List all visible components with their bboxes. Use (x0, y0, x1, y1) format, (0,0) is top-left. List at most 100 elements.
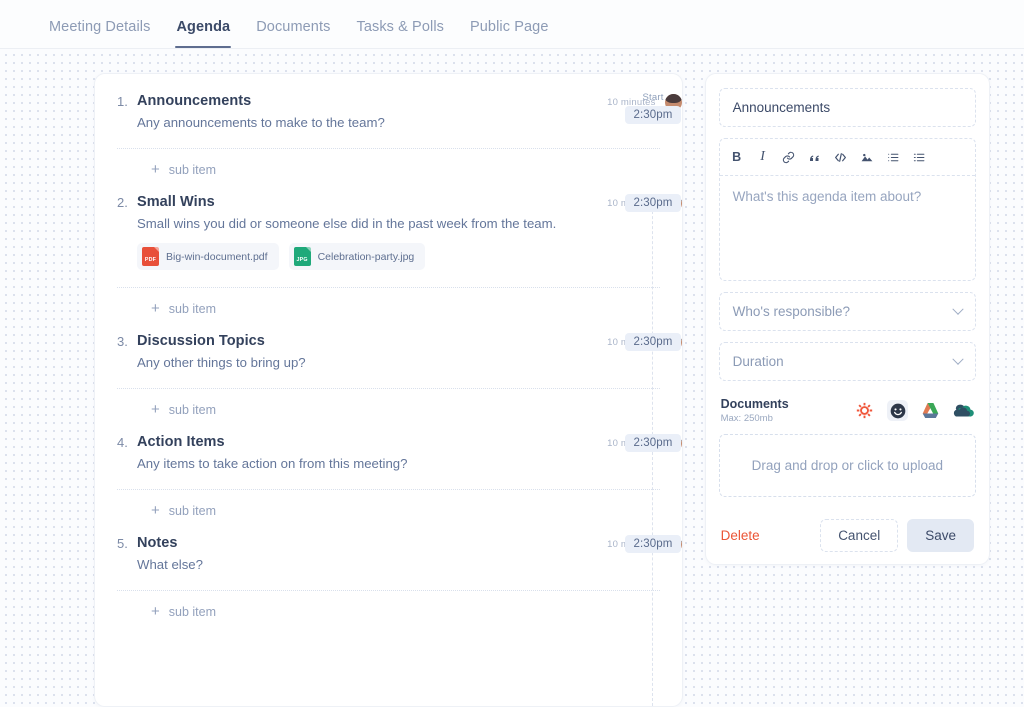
file-dropzone[interactable]: Drag and drop or click to upload (718, 434, 976, 497)
agenda-item-body: Discussion Topics Any other things to br… (137, 332, 607, 371)
agenda-item-time[interactable]: 2:30pm (624, 194, 682, 212)
page-background: 1. Announcements Any announcements to ma… (0, 49, 1024, 707)
attachment-chip[interactable]: PDF Big-win-document.pdf (137, 243, 279, 270)
editor-primary-actions: Cancel Save (820, 519, 974, 552)
responsible-select-label: Who's responsible? (732, 304, 850, 319)
add-sub-item-label: sub item (168, 162, 217, 177)
agenda-item[interactable]: 5. Notes What else? 10 minutes 2:30pm (95, 534, 682, 635)
agenda-item-time-wrap: 2:30pm (613, 193, 682, 212)
code-icon[interactable] (828, 146, 854, 168)
agenda-item-number: 5. (117, 536, 128, 551)
agenda-item[interactable]: 1. Announcements Any announcements to ma… (95, 92, 682, 193)
tab-agenda[interactable]: Agenda (163, 19, 243, 48)
duration-select[interactable]: Duration (718, 342, 976, 381)
documents-header: Documents Max: 250mb (719, 397, 976, 424)
agenda-item-main[interactable]: 5. Notes What else? 10 minutes 2:30pm (95, 534, 682, 573)
plus-icon: + (151, 300, 160, 317)
agenda-item-title: Discussion Topics (137, 333, 265, 349)
agenda-item-time-wrap: Start 2:30pm (613, 92, 682, 124)
add-sub-item-button[interactable]: + sub item (95, 149, 682, 193)
plus-icon: + (151, 603, 160, 620)
agenda-item-time[interactable]: 2:30pm (624, 535, 682, 553)
agenda-item[interactable]: 3. Discussion Topics Any other things to… (95, 332, 682, 433)
editor-actions: Delete Cancel Save (719, 519, 976, 552)
agenda-item-description: Any other things to bring up? (137, 355, 306, 370)
italic-icon[interactable]: I (750, 146, 776, 168)
attachment-name: Celebration-party.jpg (317, 250, 415, 263)
ordered-list-icon[interactable] (880, 146, 906, 168)
agenda-item-time[interactable]: 2:30pm (624, 333, 682, 351)
tab-list: Meeting Details Agenda Documents Tasks &… (36, 19, 562, 48)
page-content: 1. Announcements Any announcements to ma… (0, 49, 1024, 707)
agenda-title-input[interactable]: Announcements (718, 88, 976, 127)
bold-icon[interactable]: B (724, 146, 750, 168)
agenda-item-main[interactable]: 2. Small Wins Small wins you did or some… (95, 193, 682, 270)
plus-icon: + (151, 401, 160, 418)
agenda-item-body: Notes What else? (137, 534, 607, 573)
chevron-down-icon (952, 303, 964, 315)
agenda-item-body: Small Wins Small wins you did or someone… (137, 193, 607, 270)
onedrive-icon[interactable] (953, 400, 974, 421)
agenda-item-time-wrap: 2:30pm (613, 433, 682, 452)
add-sub-item-button[interactable]: + sub item (95, 389, 682, 433)
quote-icon[interactable] (802, 146, 828, 168)
chevron-down-icon (952, 353, 964, 365)
agenda-item-time-wrap: 2:30pm (613, 332, 682, 351)
delete-button[interactable]: Delete (721, 528, 760, 543)
attachment-chip[interactable]: JPG Celebration-party.jpg (288, 243, 426, 270)
agenda-item-main[interactable]: 1. Announcements Any announcements to ma… (95, 92, 682, 131)
agenda-description-input[interactable]: What's this agenda item about? (720, 176, 975, 280)
duration-select-label: Duration (732, 354, 784, 369)
tab-tasks-polls[interactable]: Tasks & Polls (343, 19, 457, 48)
cancel-button[interactable]: Cancel (820, 519, 899, 552)
tab-public-page[interactable]: Public Page (457, 19, 562, 48)
agenda-item-description: Small wins you did or someone else did i… (137, 216, 557, 231)
add-sub-item-button[interactable]: + sub item (95, 490, 682, 534)
plus-icon: + (151, 502, 160, 519)
google-drive-icon[interactable] (920, 400, 941, 421)
tab-documents[interactable]: Documents (243, 19, 343, 48)
asana-icon[interactable] (854, 400, 875, 421)
agenda-item-time[interactable]: 2:30pm (624, 434, 682, 452)
agenda-item[interactable]: 2. Small Wins Small wins you did or some… (95, 193, 682, 332)
agenda-item-title: Action Items (137, 434, 225, 450)
pdf-file-icon: PDF (142, 247, 159, 266)
rich-text-editor: B I What's this agenda item about? (718, 138, 976, 281)
link-icon[interactable] (776, 146, 802, 168)
documents-labels: Documents Max: 250mb (721, 397, 789, 424)
agenda-item-main[interactable]: 4. Action Items Any items to take action… (95, 433, 682, 472)
add-sub-item-label: sub item (168, 402, 217, 417)
documents-label: Documents (720, 397, 789, 411)
dropbox-icon[interactable] (887, 400, 908, 421)
agenda-item-title: Notes (137, 535, 178, 551)
jpg-file-icon: JPG (293, 247, 311, 266)
agenda-items: 1. Announcements Any announcements to ma… (95, 74, 682, 635)
agenda-item-title: Announcements (137, 93, 252, 109)
agenda-item-body: Action Items Any items to take action on… (137, 433, 607, 472)
agenda-item-description: What else? (137, 557, 203, 572)
responsible-select[interactable]: Who's responsible? (718, 292, 976, 331)
agenda-item[interactable]: 4. Action Items Any items to take action… (95, 433, 682, 534)
agenda-item-number: 3. (117, 334, 128, 349)
add-sub-item-label: sub item (168, 301, 217, 316)
agenda-item-number: 4. (117, 435, 128, 450)
plus-icon: + (151, 161, 160, 178)
attachment-list: PDF Big-win-document.pdf JPG Celebration… (137, 243, 597, 270)
cloud-source-list (854, 400, 974, 421)
agenda-item-number: 1. (117, 94, 128, 109)
agenda-item-description: Any announcements to make to the team? (137, 115, 385, 130)
tab-meeting-details[interactable]: Meeting Details (36, 19, 163, 48)
agenda-item-time[interactable]: 2:30pm (624, 106, 682, 124)
add-sub-item-label: sub item (168, 503, 217, 518)
save-button[interactable]: Save (907, 519, 974, 552)
add-sub-item-label: sub item (168, 604, 217, 619)
bullet-list-icon[interactable] (906, 146, 932, 168)
start-label: Start (642, 92, 664, 103)
agenda-item-description: Any items to take action on from this me… (137, 456, 408, 471)
agenda-item-main[interactable]: 3. Discussion Topics Any other things to… (95, 332, 682, 371)
add-sub-item-button[interactable]: + sub item (95, 591, 682, 635)
agenda-item-time-wrap: 2:30pm (613, 534, 682, 553)
image-icon[interactable] (854, 146, 880, 168)
agenda-item-editor-panel: Announcements B I What's this agenda ite… (704, 73, 990, 565)
add-sub-item-button[interactable]: + sub item (95, 288, 682, 332)
